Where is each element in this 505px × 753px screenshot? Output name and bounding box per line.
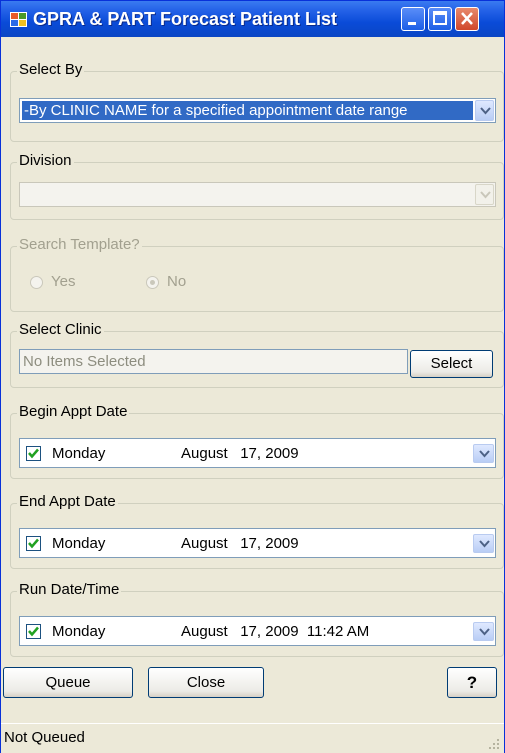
status-text: Not Queued [4,729,85,746]
window-title: GPRA & PART Forecast Patient List [33,9,338,29]
chevron-down-icon [479,450,490,458]
run-day: Monday [52,623,106,640]
division-value [22,185,473,204]
app-icon [10,12,27,27]
run-date-time-group: Run Date/Time Monday August 17, 2009 11:… [10,581,504,657]
end-appt-date-group: End Appt Date Monday August 17, 2009 [10,493,504,569]
begin-appt-calendar-button[interactable] [473,444,494,463]
resize-grip-icon[interactable] [488,738,500,750]
division-group: Division [10,152,504,220]
search-template-legend: Search Template? [17,236,142,253]
division-dropdown[interactable] [19,182,496,207]
close-icon [461,12,473,25]
begin-appt-date-checkbox[interactable] [26,446,41,461]
select-clinic-group: Select Clinic No Items Selected Select [10,321,504,388]
search-template-yes-radio[interactable] [30,276,43,289]
close-button[interactable]: Close [148,667,264,698]
checkmark-icon [28,538,39,549]
close-window-button[interactable] [455,7,479,31]
minimize-button[interactable] [401,7,425,31]
title-bar[interactable]: GPRA & PART Forecast Patient List [1,1,504,37]
begin-appt-date-group: Begin Appt Date Monday August 17, 2009 [10,403,504,479]
select-by-group: Select By -By CLINIC NAME for a specifie… [10,61,504,142]
select-clinic-legend: Select Clinic [17,321,104,338]
run-date-time-picker[interactable]: Monday August 17, 2009 11:42 AM [19,616,496,646]
help-button[interactable]: ? [447,667,497,698]
begin-appt-date-legend: Begin Appt Date [17,403,130,420]
select-by-drop-button[interactable] [475,100,494,121]
select-by-legend: Select By [17,61,85,78]
chevron-down-icon [479,628,490,636]
chevron-down-icon [480,107,491,115]
chevron-down-icon [479,540,490,548]
search-template-no-label: No [167,273,187,290]
search-template-no-radio[interactable] [146,276,159,289]
checkmark-icon [28,626,39,637]
forecast-patient-list-window: GPRA & PART Forecast Patient List Select… [0,0,505,753]
end-appt-date-picker[interactable]: Monday August 17, 2009 [19,528,496,558]
select-by-value: -By CLINIC NAME for a specified appointm… [22,101,473,120]
end-appt-date-legend: End Appt Date [17,493,118,510]
status-bar: Not Queued [1,723,504,753]
division-drop-button[interactable] [475,184,494,205]
end-appt-date-checkbox[interactable] [26,536,41,551]
division-legend: Division [17,152,74,169]
select-clinic-button[interactable]: Select [410,350,493,378]
begin-appt-date: August 17, 2009 [181,445,299,462]
chevron-down-icon [480,191,491,199]
run-date-calendar-button[interactable] [473,622,494,641]
end-appt-calendar-button[interactable] [473,534,494,553]
begin-appt-date-picker[interactable]: Monday August 17, 2009 [19,438,496,468]
select-by-dropdown[interactable]: -By CLINIC NAME for a specified appointm… [19,98,496,123]
run-date-time: August 17, 2009 11:42 AM [181,623,370,640]
maximize-icon [433,11,447,25]
checkmark-icon [28,448,39,459]
minimize-icon [408,22,416,25]
end-appt-date: August 17, 2009 [181,535,299,552]
run-date-time-legend: Run Date/Time [17,581,122,598]
search-template-yes-label: Yes [51,273,76,290]
queue-button[interactable]: Queue [3,667,133,698]
end-appt-day: Monday [52,535,106,552]
selected-clinics-field[interactable]: No Items Selected [19,349,408,374]
search-template-group: Search Template? Yes No [10,236,504,312]
maximize-button[interactable] [428,7,452,31]
begin-appt-day: Monday [52,445,106,462]
run-date-time-checkbox[interactable] [26,624,41,639]
